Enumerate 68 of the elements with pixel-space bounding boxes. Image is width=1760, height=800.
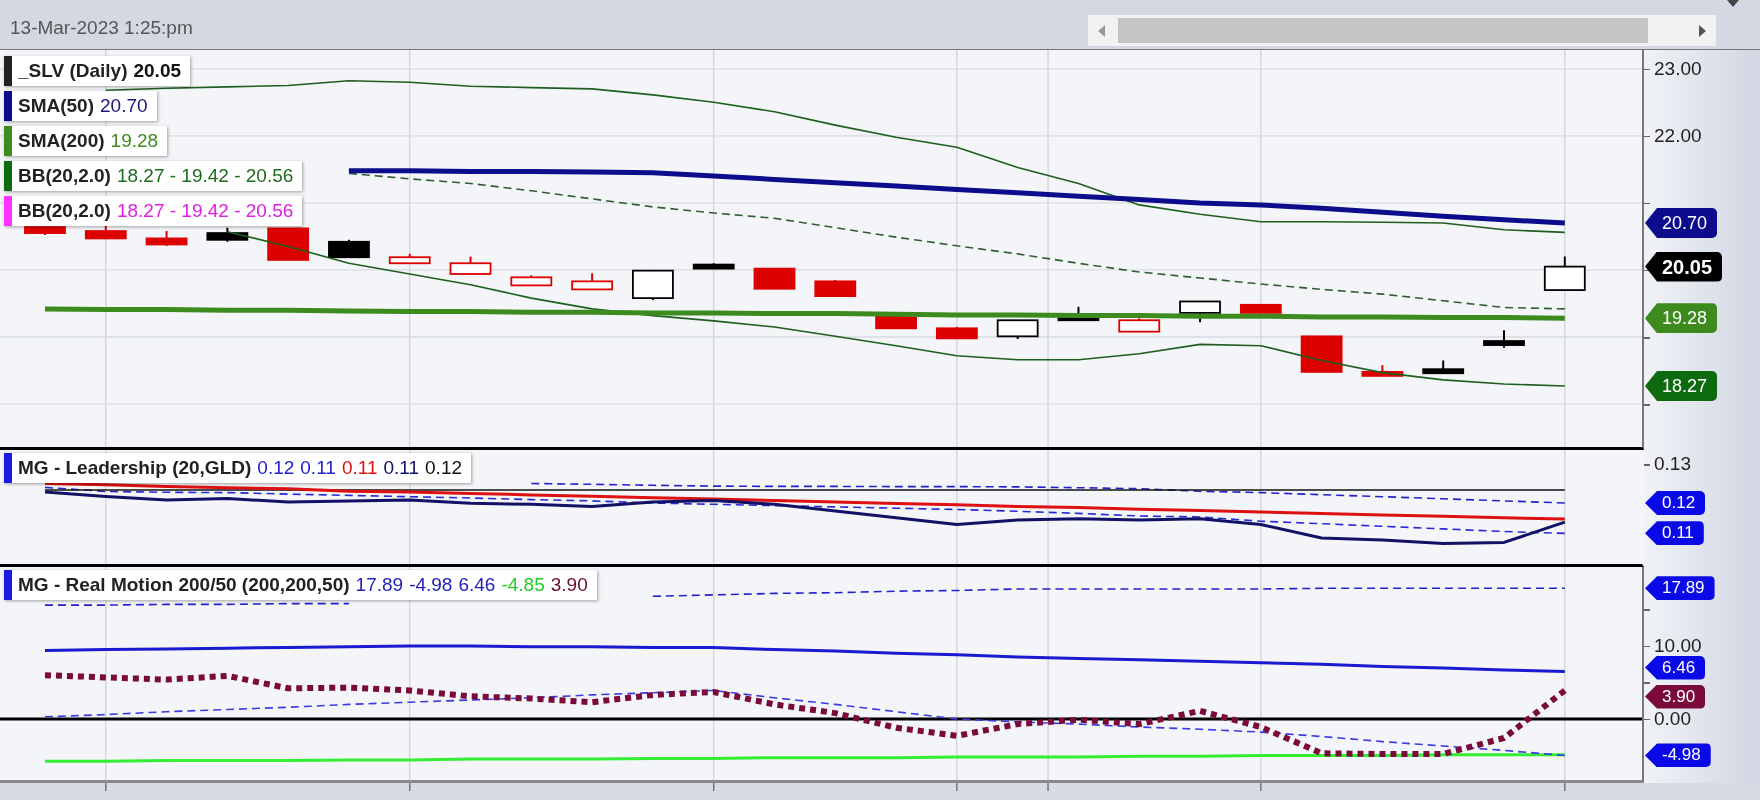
candlestick: [1057, 305, 1100, 322]
value-tag: 20.70: [1645, 208, 1718, 238]
axis-tick-label: 0.13: [1654, 452, 1691, 476]
legend-value: -4.98: [409, 574, 453, 596]
legend-value: 20.05: [133, 60, 181, 82]
candlestick: [24, 223, 66, 237]
candlestick: [1179, 300, 1221, 324]
candlestick: [1118, 317, 1161, 333]
axis-tick-label: 10.00: [1654, 633, 1702, 658]
legend-value: 20.70: [100, 95, 148, 117]
candlestick: [1300, 335, 1343, 373]
legend-label: SMA(50): [18, 95, 94, 117]
legend-value: 0.11: [383, 457, 420, 479]
candlestick: [510, 274, 553, 287]
horizontal-scrollbar[interactable]: [1088, 15, 1716, 46]
candlestick: [1543, 255, 1586, 292]
value-tag: 6.46: [1645, 655, 1706, 680]
legend-value: 3.90: [550, 574, 588, 596]
legend-value: 0.12: [425, 457, 462, 479]
value-tag: 3.90: [1645, 684, 1706, 709]
legend-label: MG - Leadership (20,GLD): [18, 457, 252, 479]
legend-label: MG - Real Motion 200/50 (200,200,50): [18, 574, 350, 596]
legend-label: SMA(200): [18, 130, 105, 152]
value-tag: -4.98: [1645, 743, 1711, 768]
axis-tick-label: 22.00: [1654, 123, 1702, 148]
candlestick: [1239, 303, 1282, 314]
caret-icon[interactable]: [1727, 0, 1739, 7]
axis-tick-label: 0.00: [1654, 706, 1691, 731]
candlestick: [996, 319, 1039, 341]
candlestick: [1483, 329, 1525, 349]
value-tag: 19.28: [1645, 303, 1718, 334]
legend-value: 18.27 - 19.42 - 20.56: [116, 165, 294, 187]
value-tag: 0.12: [1645, 490, 1706, 515]
legend-value: 0.12: [257, 457, 295, 479]
value-tag: 20.05: [1645, 251, 1723, 282]
legend-value: 17.89: [355, 574, 404, 596]
candlestick: [84, 224, 127, 241]
value-tag: 0.11: [1645, 521, 1704, 546]
legend-label: BB(20,2.0): [18, 165, 111, 187]
value-tag: 18.27: [1645, 370, 1718, 401]
legend-value: 0.11: [300, 457, 336, 479]
scrollbar-thumb[interactable]: [1118, 18, 1648, 43]
candlestick: [632, 268, 674, 302]
candlestick: [145, 230, 188, 247]
legend-value: 19.28: [110, 130, 159, 152]
candlestick: [753, 267, 796, 290]
candlestick: [814, 279, 857, 298]
legend-value: -4.85: [501, 574, 545, 596]
candlestick: [328, 238, 370, 259]
candlestick: [267, 227, 310, 261]
candlestick: [935, 325, 978, 340]
legend-label: BB(20,2.0): [18, 200, 111, 222]
chart-timestamp: 13-Mar-2023 1:25:pm: [10, 16, 193, 39]
candlestick: [449, 255, 492, 275]
value-tag: 17.89: [1645, 576, 1715, 601]
candlestick: [206, 226, 249, 243]
scroll-right-icon[interactable]: [1698, 24, 1706, 37]
legend-value: 0.11: [341, 457, 378, 479]
scroll-left-icon[interactable]: [1098, 24, 1106, 37]
axis-tick-label: 23.00: [1654, 56, 1702, 81]
legend-value: 18.27 - 19.42 - 20.56: [116, 200, 294, 222]
legend-value: 6.46: [458, 574, 496, 596]
candlestick: [571, 272, 613, 291]
candlestick: [692, 262, 735, 270]
candlestick: [1361, 364, 1404, 377]
candlestick: [388, 252, 431, 265]
legend-label: _SLV (Daily): [18, 60, 128, 82]
candlestick: [1422, 359, 1465, 375]
